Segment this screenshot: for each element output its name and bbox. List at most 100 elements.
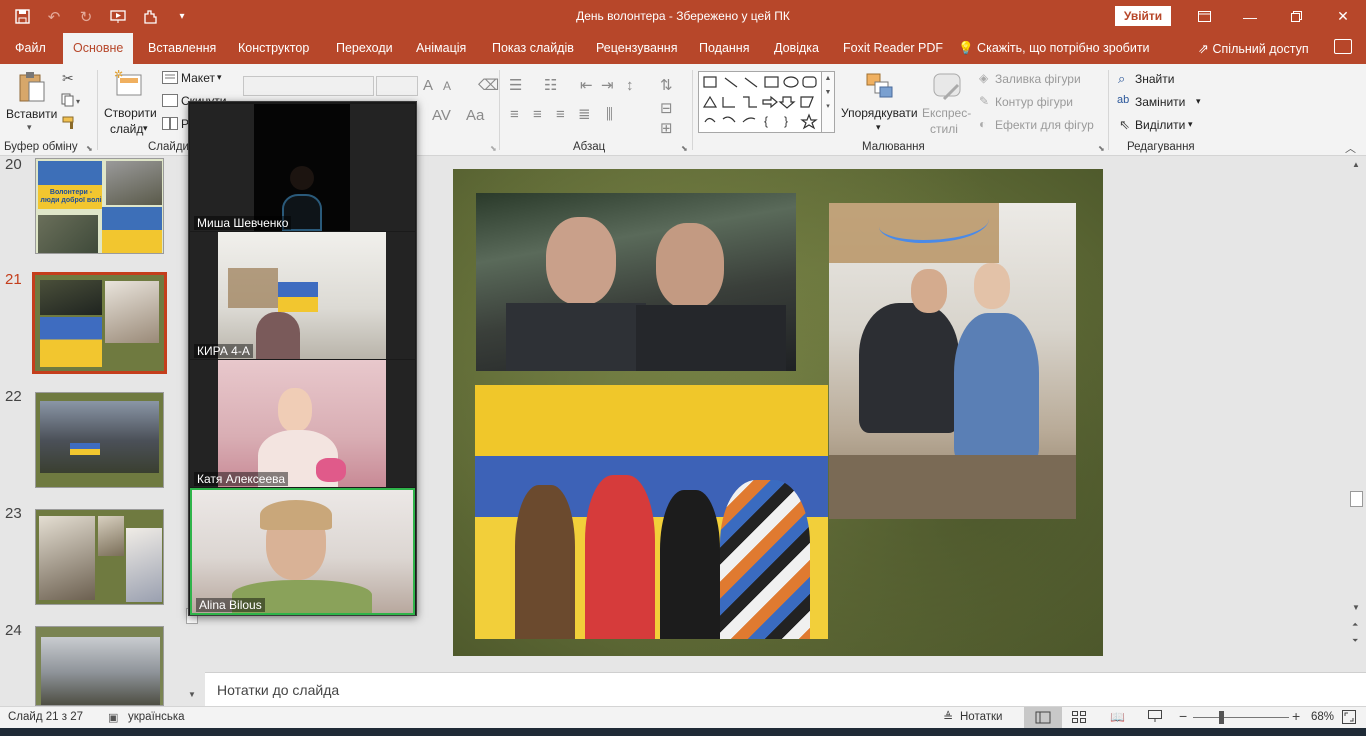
paragraph-launcher-icon[interactable]: ⬊ — [681, 144, 688, 153]
convert-to-smartart-icon[interactable]: ⊞ — [660, 120, 673, 138]
columns-icon[interactable]: ⫼ — [606, 106, 613, 124]
cut-icon[interactable]: ✂ — [62, 70, 74, 87]
language-indicator[interactable]: українська — [128, 711, 185, 723]
paste-label[interactable]: Вставити — [6, 107, 57, 121]
shapes-gallery[interactable]: { } — [698, 71, 822, 133]
collapse-ribbon-icon[interactable]: ︿ — [1345, 140, 1356, 156]
numbering-icon[interactable]: ☷ — [544, 77, 557, 95]
find-icon[interactable]: ⌕ — [1118, 71, 1125, 87]
quick-styles-label-line1[interactable]: Експрес- — [922, 106, 971, 120]
shape-effects-button[interactable]: Ефекти для фігур — [995, 118, 1094, 132]
zoom-level[interactable]: 68% — [1311, 711, 1334, 723]
clear-formatting-icon[interactable]: ⌫ — [478, 77, 499, 95]
signin-button[interactable]: Увійти — [1115, 6, 1171, 26]
find-button[interactable]: Знайти — [1135, 72, 1174, 86]
slide-thumbnail-22[interactable] — [35, 392, 164, 488]
layout-dropdown-icon[interactable]: ▾ — [217, 72, 222, 83]
decrease-font-size-icon[interactable]: A — [443, 77, 451, 95]
line-spacing-icon[interactable]: ↕ — [626, 77, 634, 95]
layout-button[interactable]: Макет — [181, 71, 215, 85]
quick-styles-icon[interactable] — [932, 72, 964, 105]
zoom-out-icon[interactable]: − — [1179, 708, 1187, 724]
justify-icon[interactable]: ≣ — [578, 106, 591, 124]
restore-icon[interactable] — [1273, 0, 1319, 33]
video-call-panel[interactable]: Миша Шевченко КИРА 4-А Катя Алексеева Al… — [188, 101, 417, 616]
slideshow-view-icon[interactable] — [1148, 710, 1162, 726]
scroll-down-icon[interactable]: ▼ — [188, 690, 196, 699]
replace-icon[interactable]: ab — [1117, 94, 1129, 106]
notes-toggle-button[interactable]: Нотатки — [960, 711, 1002, 723]
increase-font-size-icon[interactable]: A — [423, 77, 433, 95]
shape-outline-button[interactable]: Контур фігури — [995, 95, 1073, 109]
slide-photo-volunteer-group[interactable] — [475, 385, 828, 639]
section-icon[interactable] — [162, 117, 178, 133]
bullets-icon[interactable]: ☰ — [509, 77, 522, 95]
zoom-slider-track[interactable] — [1193, 717, 1289, 718]
slide-thumbnail-21[interactable] — [32, 272, 167, 374]
close-icon[interactable]: ✕ — [1320, 0, 1366, 33]
participant-tile[interactable]: КИРА 4-А — [190, 232, 415, 359]
layout-icon[interactable] — [162, 71, 178, 87]
paste-icon[interactable] — [17, 70, 47, 107]
comments-icon[interactable] — [1334, 39, 1352, 54]
scroll-up-icon[interactable]: ▲ — [1352, 160, 1360, 169]
shape-outline-icon[interactable]: ✎ — [979, 94, 989, 108]
slide-photo-man-girl-map[interactable] — [829, 203, 1076, 519]
scroll-down-icon[interactable]: ▼ — [1352, 603, 1360, 612]
zoom-in-icon[interactable]: + — [1292, 708, 1300, 724]
clipboard-launcher-icon[interactable]: ⬊ — [86, 144, 93, 153]
participant-tile[interactable]: Миша Шевченко — [190, 104, 415, 231]
select-icon[interactable]: ⇖ — [1119, 117, 1130, 133]
new-slide-icon[interactable]: ✲ — [113, 69, 145, 102]
shapes-gallery-scroll[interactable]: ▲ ▼ ▾ — [822, 71, 835, 133]
zoom-slider-thumb[interactable] — [1219, 711, 1224, 724]
paste-dropdown-icon[interactable]: ▾ — [27, 122, 32, 133]
align-center-icon[interactable]: ≡ — [533, 106, 542, 124]
shape-fill-button[interactable]: Заливка фігури — [995, 72, 1081, 86]
participant-tile-active-speaker[interactable]: Alina Bilous — [190, 488, 415, 615]
notes-pane[interactable]: Нотатки до слайда — [205, 672, 1366, 706]
slide-thumbnail-23[interactable] — [35, 509, 164, 605]
tab-design[interactable]: Конструктор — [238, 33, 309, 64]
arrange-button[interactable]: Упорядкувати — [841, 106, 918, 120]
font-size-combo[interactable] — [376, 76, 418, 96]
notes-toggle-icon[interactable]: ≜ — [943, 710, 953, 724]
align-left-icon[interactable]: ≡ — [510, 106, 519, 124]
replace-button[interactable]: Замінити — [1135, 95, 1185, 109]
tab-file[interactable]: Файл — [15, 33, 46, 64]
copy-icon[interactable]: ▾ — [61, 93, 81, 110]
drawing-launcher-icon[interactable]: ⬊ — [1098, 144, 1105, 153]
tab-view[interactable]: Подання — [699, 33, 749, 64]
select-button[interactable]: Виділити — [1135, 118, 1185, 132]
tab-home[interactable]: Основне — [63, 33, 134, 64]
select-dropdown-icon[interactable]: ▾ — [1188, 119, 1193, 130]
align-text-icon[interactable]: ⊟ — [660, 100, 673, 118]
text-direction-icon[interactable]: ⇅ — [660, 77, 673, 95]
fit-slide-icon[interactable] — [1342, 710, 1356, 727]
arrange-dropdown-icon[interactable]: ▾ — [876, 122, 881, 133]
spell-check-icon[interactable]: ▣ — [108, 711, 118, 724]
tab-slideshow[interactable]: Показ слайдів — [492, 33, 574, 64]
new-slide-label-line1[interactable]: Створити — [104, 106, 157, 120]
tab-help[interactable]: Довідка — [774, 33, 819, 64]
reset-slide-icon[interactable] — [162, 94, 178, 110]
tab-review[interactable]: Рецензування — [596, 33, 677, 64]
next-slide-icon[interactable]: ⏷ — [1352, 636, 1358, 646]
replace-dropdown-icon[interactable]: ▾ — [1196, 96, 1201, 107]
tab-foxit-reader-pdf[interactable]: Foxit Reader PDF — [843, 33, 943, 64]
font-name-combo[interactable] — [243, 76, 374, 96]
reading-view-icon[interactable]: 📖 — [1110, 710, 1125, 724]
decrease-indent-icon[interactable]: ⇤ — [580, 77, 593, 95]
tell-me-search[interactable]: 💡 Скажіть, що потрібно зробити — [958, 33, 1150, 64]
arrange-icon[interactable] — [865, 72, 895, 103]
slide-thumbnail-24[interactable] — [35, 626, 164, 706]
shape-effects-icon[interactable]: ◐ — [979, 117, 986, 131]
format-painter-icon[interactable] — [62, 116, 78, 133]
tab-animations[interactable]: Анімація — [416, 33, 466, 64]
shape-textbox[interactable] — [703, 76, 717, 88]
tab-transitions[interactable]: Переходи — [336, 33, 393, 64]
quick-styles-label-line2[interactable]: стилі — [930, 122, 958, 136]
participant-tile[interactable]: Катя Алексеева — [190, 360, 415, 487]
share-button[interactable]: ⇗ Спільний доступ — [1198, 33, 1309, 65]
previous-slide-icon[interactable]: ⏶ — [1352, 620, 1358, 630]
